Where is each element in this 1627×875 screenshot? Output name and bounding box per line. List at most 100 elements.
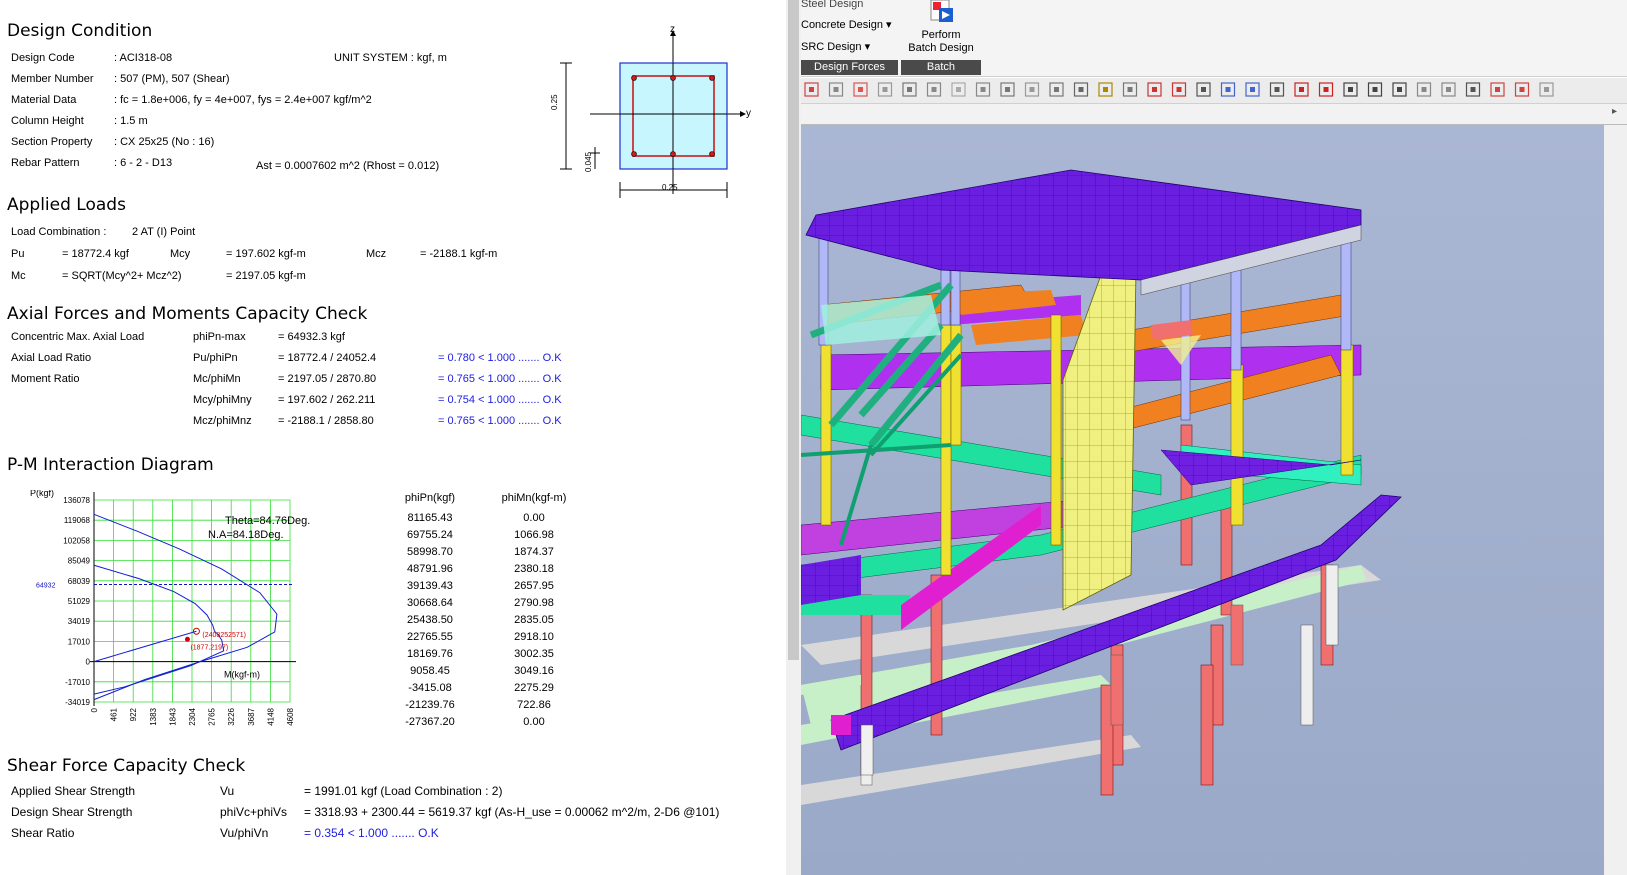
shear-label: Applied Shear Strength (11, 784, 136, 798)
p-axis-label: P(kgf) (30, 490, 54, 498)
shear-label: Design Shear Strength (11, 805, 133, 819)
toolbar-tool-glyph (1005, 87, 1010, 92)
pu-label: Pu (11, 248, 25, 260)
table-header-phimn: phiMn(kgf-m) (501, 492, 567, 504)
toolbar-tool-glyph (1250, 87, 1255, 92)
shear-check-title: Shear Force Capacity Check (7, 756, 246, 776)
toolbar-tool-glyph (858, 87, 863, 92)
mc-value: = 2197.05 kgf-m (226, 270, 306, 282)
check-symbol: Mcy/phiMny (193, 394, 252, 406)
perform-label: Perform (921, 29, 961, 41)
toolbar-tool-glyph (1372, 87, 1378, 92)
pmax-reference-label: 64932 (36, 582, 56, 589)
shear-value: = 1991.01 kgf (Load Combination : 2) (304, 784, 503, 798)
neutral-axis-label: N.A=84.18Deg. (208, 529, 284, 541)
condition-label: Design Code (11, 52, 75, 64)
report-scrollbar[interactable] (786, 0, 801, 875)
report-scrollbar-thumb[interactable] (788, 0, 799, 660)
toolbar-tool-glyph (1495, 87, 1500, 92)
mcy-label: Mcy (170, 248, 191, 260)
check-value: = 2197.05 / 2870.80 (278, 373, 377, 385)
condition-value: : 6 - 2 - D13 (114, 157, 173, 169)
rebar-area: Ast = 0.0007602 m^2 (Rhost = 0.012) (256, 160, 440, 172)
table-cell-phipn: 69755.24 (407, 529, 453, 541)
table-cell-phimn: 0.00 (523, 716, 545, 728)
table-cell-phimn: 2275.29 (514, 682, 554, 694)
table-cell-phipn: -21239.76 (405, 699, 455, 711)
height-dim-label: 0.25 (550, 94, 559, 110)
table-cell-phimn: 722.86 (517, 699, 551, 711)
concrete-design-menu[interactable]: Concrete Design ▾ (801, 18, 892, 31)
ribbon: Steel Design Concrete Design ▾ SRC Desig… (801, 0, 1627, 77)
view-toolbar (801, 78, 1627, 104)
toolbar-tool-glyph (956, 87, 961, 92)
toolbar-tool-glyph (1470, 87, 1476, 92)
group-batch: Batch (901, 60, 981, 75)
toolbar-tool-glyph (931, 87, 937, 92)
condition-value: : fc = 1.8e+006, fy = 4e+007, fys = 2.4e… (114, 94, 372, 106)
table-cell-phipn: 39139.43 (407, 580, 453, 592)
m-axis-label: M(kgf-m) (224, 670, 260, 680)
x-tick-label: 2304 (188, 707, 197, 725)
condition-value: : ACI318-08 (114, 52, 173, 64)
table-cell-phipn: 9058.45 (410, 665, 450, 677)
check-ratio: = 0.780 < 1.000 ....... O.K (438, 352, 562, 364)
model-3d-view[interactable] (801, 125, 1604, 875)
toolbar-tool-glyph (1348, 87, 1353, 92)
section-sketch (560, 30, 746, 198)
view-scrollbar[interactable] (1604, 125, 1627, 875)
check-ratio: = 0.765 < 1.000 ....... O.K (438, 373, 562, 385)
toolbar-tool-glyph (907, 87, 912, 92)
table-cell-phimn: 1066.98 (514, 529, 554, 541)
check-label: Moment Ratio (11, 373, 80, 385)
table-cell-phimn: 0.00 (523, 512, 545, 524)
steel-design-menu[interactable]: Steel Design (801, 0, 863, 10)
table-cell-phipn: 58998.70 (407, 546, 453, 558)
pu-value: = 18772.4 kgf (62, 248, 129, 260)
y-tick-label: 68039 (68, 577, 91, 586)
table-cell-phipn: 22765.55 (407, 631, 453, 643)
toolbar-tool-glyph (1519, 87, 1525, 92)
structure-model (801, 169, 1402, 805)
check-symbol: Mcz/phiMnz (193, 415, 252, 427)
y-tick-label: 17010 (68, 637, 91, 646)
mc-formula: = SQRT(Mcy^2+ Mcz^2) (62, 270, 182, 282)
tab-scroll-right-icon[interactable]: ▸ (1612, 106, 1617, 117)
x-tick-label: 4148 (266, 707, 275, 725)
toolbar-icons (804, 82, 1554, 97)
shear-symbol: Vu (220, 784, 235, 798)
table-cell-phimn: 2380.18 (514, 563, 554, 575)
design-condition-title: Design Condition (7, 21, 153, 41)
y-tick-label: 136078 (63, 496, 90, 505)
mcz-value: = -2188.1 kgf-m (420, 248, 498, 260)
group-design-forces: Design Forces (801, 60, 898, 75)
x-tick-label: 3687 (247, 707, 256, 725)
axial-check-title: Axial Forces and Moments Capacity Check (7, 304, 368, 324)
src-design-menu[interactable]: SRC Design ▾ (801, 40, 870, 53)
table-cell-phimn: 1874.37 (514, 546, 554, 558)
load-line (93, 630, 197, 663)
toolbar-tool-glyph (1201, 87, 1206, 92)
y-tick-label: 85049 (68, 557, 91, 566)
load-point (184, 636, 190, 642)
toolbar-tool-glyph (1029, 87, 1035, 92)
toolbar-tool-glyph (1103, 87, 1108, 92)
model-window: Steel Design Concrete Design ▾ SRC Desig… (801, 0, 1627, 875)
shear-value: = 3318.93 + 2300.44 = 5619.37 kgf (As-H_… (304, 805, 720, 819)
perform-batch-design-button[interactable]: Perform Batch Design (901, 0, 981, 58)
x-tick-label: 3226 (227, 707, 236, 725)
condition-label: Column Height (11, 115, 84, 127)
check-ratio: = 0.754 < 1.000 ....... O.K (438, 394, 562, 406)
x-tick-label: 1383 (149, 707, 158, 725)
concrete-design-label: Concrete Design (801, 19, 883, 31)
toolbar-tool-glyph (980, 87, 986, 92)
toolbar-tool-glyph (1421, 87, 1427, 92)
condition-label: Member Number (11, 73, 94, 85)
check-symbol: Mc/phiMn (193, 373, 241, 385)
y-tick-label: 51029 (68, 597, 91, 606)
design-report: Design Condition Design Code : ACI318-08 M… (0, 0, 800, 875)
toolbar-tool-glyph (809, 87, 814, 92)
table-cell-phimn: 2790.98 (514, 597, 554, 609)
x-tick-label: 2765 (208, 707, 217, 725)
toolbar-tool-glyph (1274, 87, 1280, 92)
